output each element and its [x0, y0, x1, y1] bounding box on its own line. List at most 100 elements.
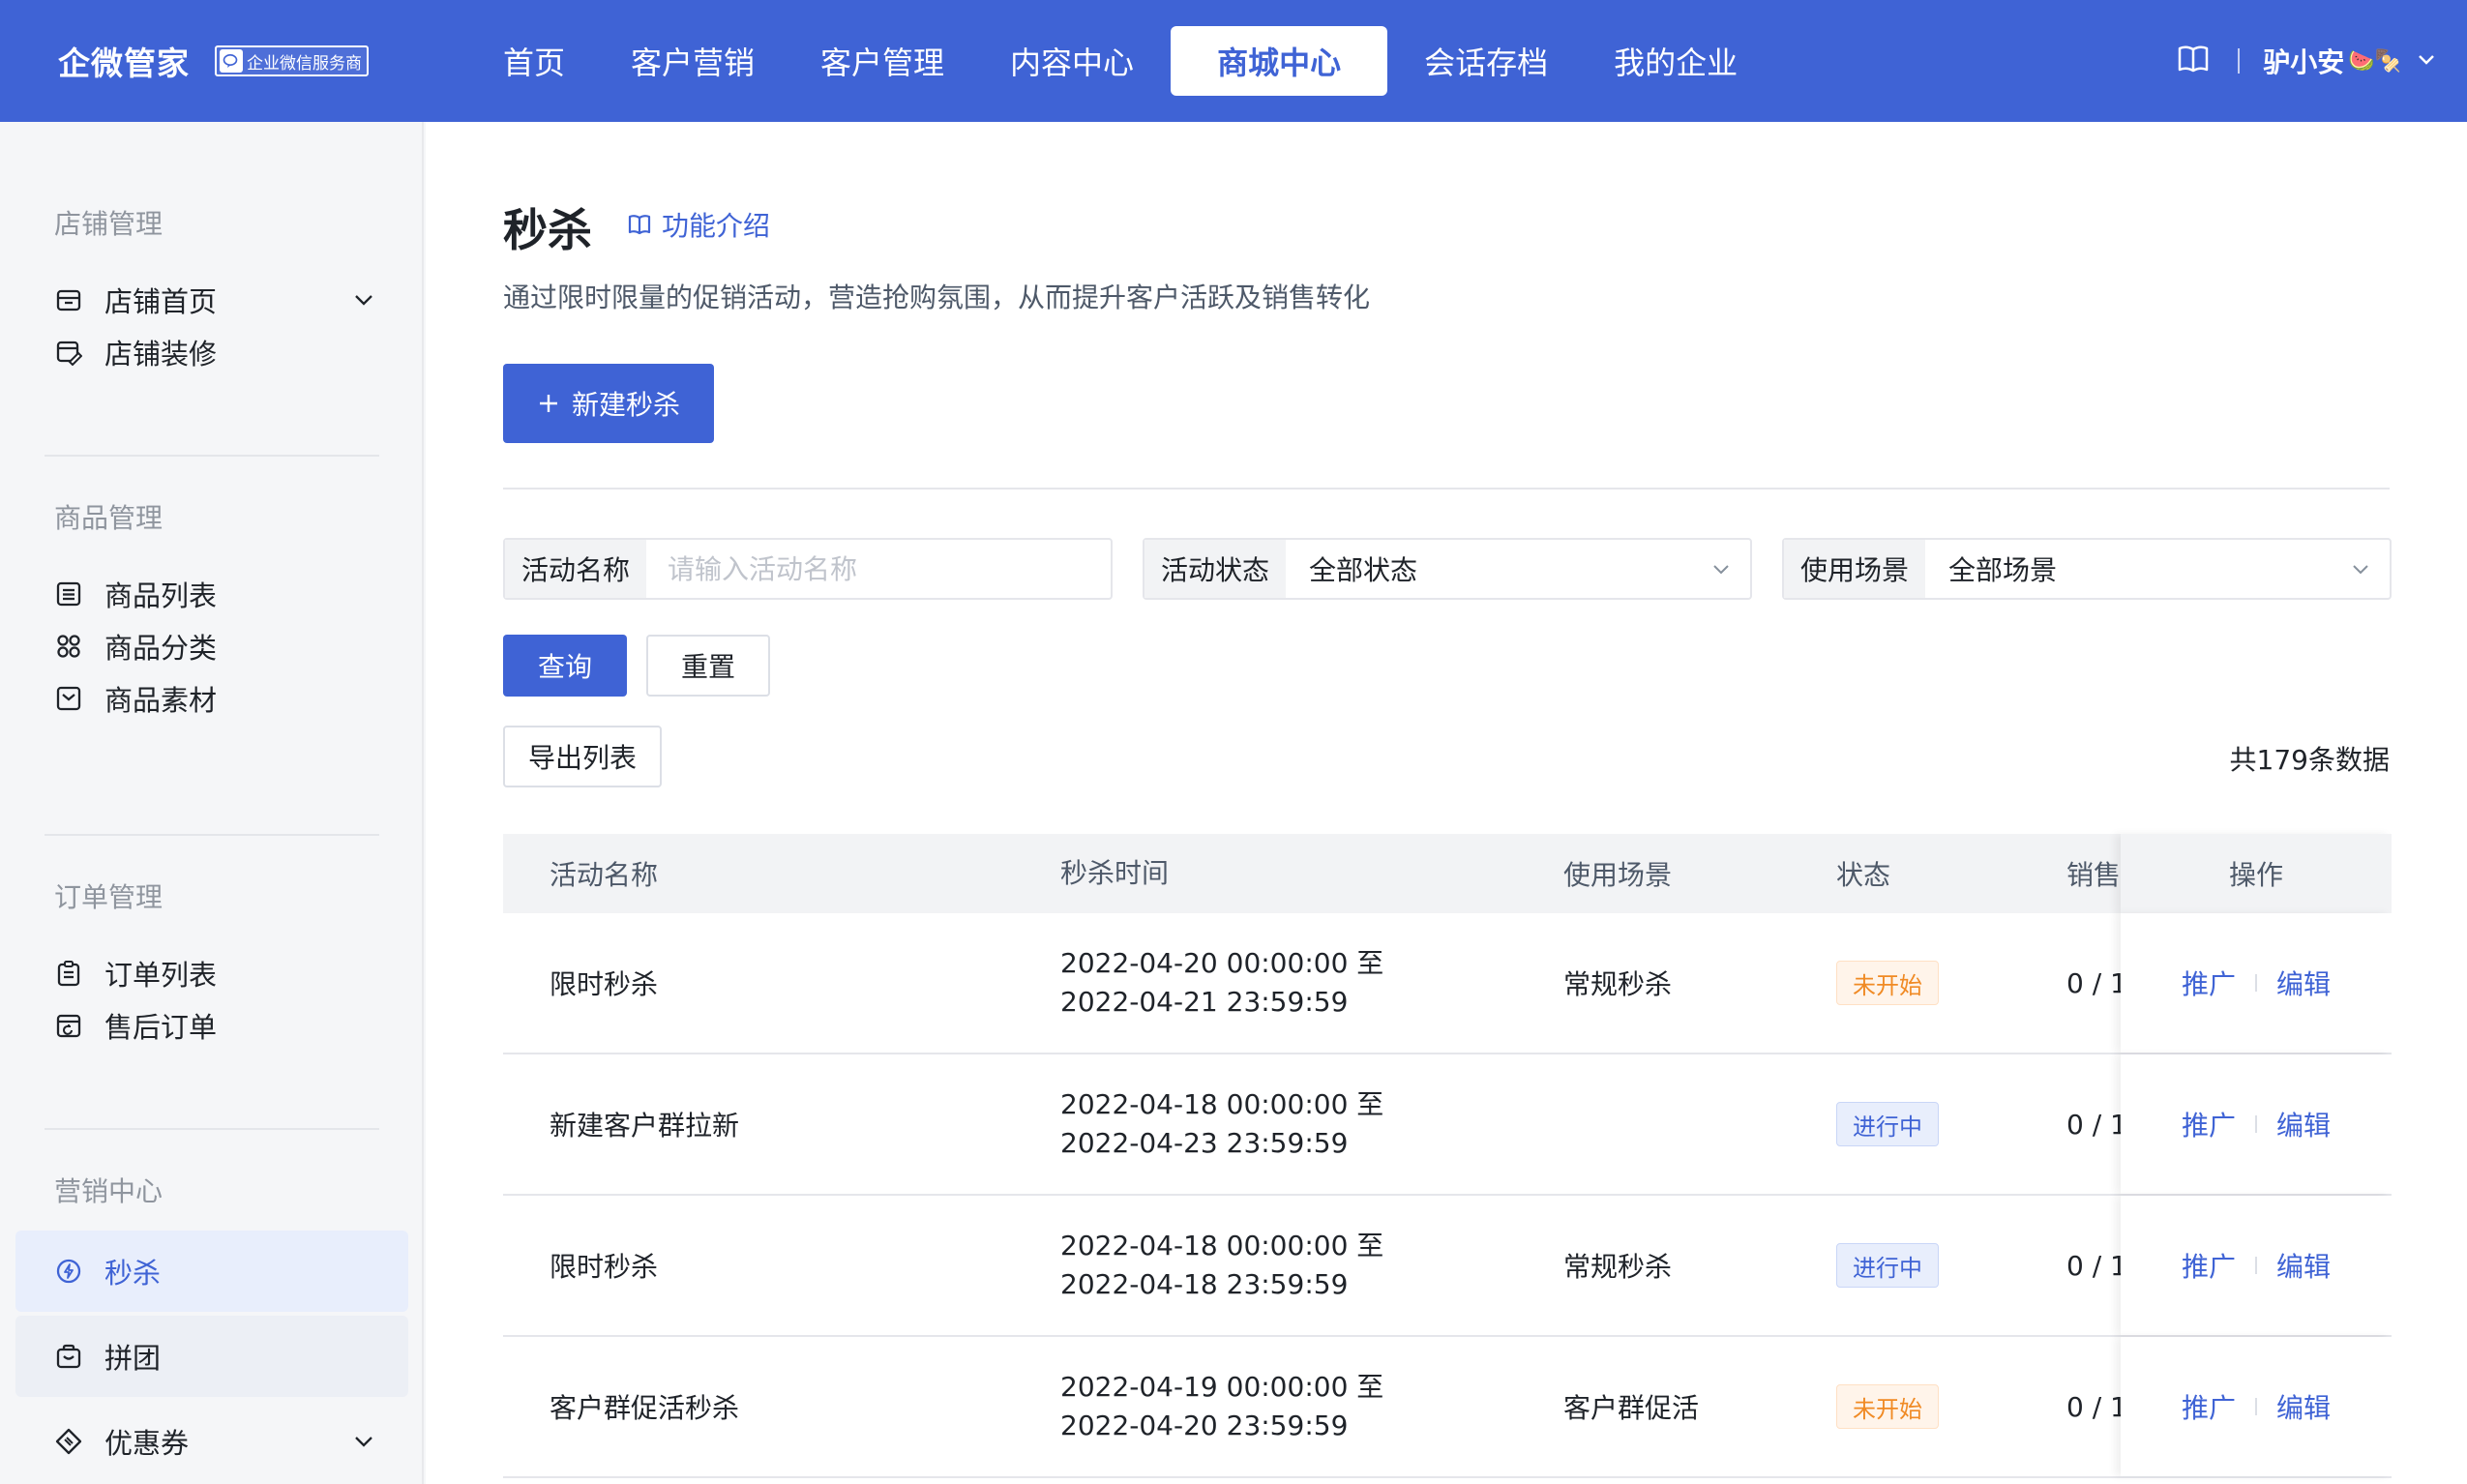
- category-icon: [54, 632, 83, 661]
- cell-sales: 0 / 1: [2066, 966, 2125, 999]
- activity-name-input[interactable]: [646, 540, 1111, 598]
- nav-my-enterprise[interactable]: 我的企业: [1585, 26, 1767, 96]
- chevron-down-icon[interactable]: [1692, 540, 1750, 598]
- edit-link[interactable]: 编辑: [2276, 1246, 2331, 1285]
- filter-label: 活动名称: [505, 540, 646, 598]
- sidebar-divider: [45, 455, 379, 457]
- badge-text: 企业微信服务商: [247, 53, 362, 74]
- table-row: 限时秒杀 2022-04-18 00:00:00 至 2022-04-18 23…: [503, 1196, 2392, 1337]
- sidebar-group-orders: 订单管理: [54, 881, 163, 913]
- decorate-icon: [54, 338, 83, 367]
- cell-status: 进行中: [1836, 1243, 1939, 1288]
- status-select-value[interactable]: 全部状态: [1286, 540, 1692, 598]
- nav-customer-management[interactable]: 客户管理: [791, 26, 973, 96]
- nav-customer-marketing[interactable]: 客户营销: [602, 26, 784, 96]
- cell-sale-time: 2022-04-20 00:00:00 至 2022-04-21 23:59:5…: [1060, 944, 1383, 1022]
- feature-intro-label: 功能介绍: [662, 210, 771, 242]
- nav-home[interactable]: 首页: [474, 26, 594, 96]
- brand-name: 企微管家: [58, 45, 190, 82]
- cell-sale-time: 2022-04-18 00:00:00 至 2022-04-18 23:59:5…: [1060, 1227, 1383, 1304]
- chevron-down-icon[interactable]: [350, 286, 377, 313]
- time-start: 2022-04-19 00:00:00 至: [1060, 1371, 1384, 1403]
- sidebar-item-goods-material[interactable]: 商品素材: [15, 658, 408, 739]
- service-provider-badge: 企业微信服务商: [215, 45, 369, 76]
- cell-activity-name: 限时秒杀: [550, 1251, 659, 1283]
- cell-sale-time: 2022-04-19 00:00:00 至 2022-04-20 23:59:5…: [1060, 1368, 1383, 1445]
- table-row: 限时秒杀 2022-04-20 00:00:00 至 2022-04-21 23…: [503, 913, 2392, 1054]
- material-icon: [54, 684, 83, 713]
- edit-link[interactable]: 编辑: [2276, 1387, 2331, 1426]
- activity-status-filter[interactable]: 活动状态 全部状态: [1143, 538, 1752, 600]
- chevron-down-icon[interactable]: [2332, 540, 2390, 598]
- header-operations: 操作: [2121, 834, 2392, 913]
- cell-sales: 0 / 1: [2066, 1108, 2125, 1141]
- nav-chat-archive[interactable]: 会话存档: [1395, 26, 1577, 96]
- sidebar-item-store-decoration[interactable]: 店铺装修: [15, 312, 408, 393]
- user-name[interactable]: 驴小安: [2263, 42, 2344, 80]
- table-header: 活动名称 秒杀时间 使用场景 状态 销售 操作: [503, 834, 2392, 913]
- sidebar: 店铺管理 店铺首页 店铺装修 商品管理 商品列表 商品分类 商品素材 订单管理: [0, 122, 424, 1484]
- new-flash-sale-label: 新建秒杀: [571, 389, 680, 421]
- cell-sale-time: 2022-04-18 00:00:00 至 2022-04-23 23:59:5…: [1060, 1085, 1383, 1163]
- cell-usage-scene: 客户群促活: [1563, 1392, 1700, 1424]
- sidebar-item-flash-sale[interactable]: 秒杀: [15, 1231, 408, 1312]
- divider: [2255, 1115, 2257, 1133]
- nav-content-center[interactable]: 内容中心: [981, 26, 1163, 96]
- header-activity-name: 活动名称: [550, 859, 659, 891]
- sidebar-item-label: 售后订单: [104, 1011, 218, 1044]
- sidebar-item-coupon[interactable]: 优惠券: [15, 1401, 408, 1482]
- cell-operations: 推广 编辑: [2121, 1196, 2392, 1335]
- table-row: 新建客户群拉新 2022-04-18 00:00:00 至 2022-04-23…: [503, 1054, 2392, 1196]
- query-button[interactable]: 查询: [503, 635, 627, 697]
- time-end: 2022-04-21 23:59:59: [1060, 986, 1349, 1018]
- promote-link[interactable]: 推广: [2182, 1387, 2236, 1426]
- cell-status: 进行中: [1836, 1102, 1939, 1146]
- filter-label: 使用场景: [1784, 540, 1925, 598]
- sidebar-item-aftersale-orders[interactable]: 售后订单: [15, 985, 408, 1066]
- top-navbar: 企微管家 企业微信服务商 首页 客户营销 客户管理 内容中心 商城中心 会话存档…: [0, 0, 2467, 122]
- group-buy-icon: [54, 1342, 83, 1371]
- coupon-icon: [54, 1427, 83, 1456]
- cell-activity-name: 限时秒杀: [550, 968, 659, 1000]
- promote-link[interactable]: 推广: [2182, 964, 2236, 1002]
- sidebar-item-label: 秒杀: [104, 1257, 162, 1290]
- cell-sales: 0 / 1: [2066, 1390, 2125, 1423]
- cell-operations: 推广 编辑: [2121, 1054, 2392, 1194]
- chevron-down-icon[interactable]: [2415, 47, 2438, 74]
- aftersale-icon: [54, 1011, 83, 1040]
- sidebar-item-label: 店铺装修: [104, 338, 218, 371]
- book-icon[interactable]: [2176, 42, 2211, 80]
- promote-link[interactable]: 推广: [2182, 1105, 2236, 1143]
- scene-select-value[interactable]: 全部场景: [1925, 540, 2332, 598]
- sidebar-item-group-buy[interactable]: 拼团: [15, 1316, 408, 1397]
- sidebar-item-label: 优惠券: [104, 1427, 190, 1460]
- total-count: 共179条数据: [2229, 744, 2390, 776]
- chevron-down-icon[interactable]: [350, 1428, 377, 1455]
- status-badge: 未开始: [1836, 1384, 1939, 1429]
- divider: [2255, 1398, 2257, 1415]
- sidebar-group-goods: 商品管理: [54, 502, 163, 534]
- sidebar-group-marketing: 营销中心: [54, 1175, 163, 1207]
- cell-activity-name: 新建客户群拉新: [550, 1110, 740, 1142]
- time-start: 2022-04-18 00:00:00 至: [1060, 1230, 1384, 1261]
- time-start: 2022-04-18 00:00:00 至: [1060, 1088, 1384, 1120]
- nav-mall-center[interactable]: 商城中心: [1171, 26, 1388, 96]
- page-title: 秒杀: [503, 204, 592, 256]
- edit-link[interactable]: 编辑: [2276, 964, 2331, 1002]
- brand[interactable]: 企微管家 企业微信服务商: [58, 37, 369, 85]
- cell-sales: 0 / 1: [2066, 1249, 2125, 1282]
- new-flash-sale-button[interactable]: 新建秒杀: [503, 364, 714, 443]
- flash-sale-table: 活动名称 秒杀时间 使用场景 状态 销售 操作 限时秒杀 2022-04-20 …: [503, 834, 2392, 1478]
- usage-scene-filter[interactable]: 使用场景 全部场景: [1782, 538, 2392, 600]
- sidebar-item-label: 商品素材: [104, 684, 218, 717]
- promote-link[interactable]: 推广: [2182, 1246, 2236, 1285]
- edit-link[interactable]: 编辑: [2276, 1105, 2331, 1143]
- export-list-button[interactable]: 导出列表: [503, 726, 662, 787]
- status-badge: 进行中: [1836, 1102, 1939, 1146]
- cell-operations: 推广 编辑: [2121, 913, 2392, 1053]
- reset-button[interactable]: 重置: [646, 635, 770, 697]
- feature-intro-link[interactable]: 功能介绍: [627, 205, 770, 244]
- store-icon: [54, 285, 83, 314]
- sidebar-divider: [45, 1128, 379, 1130]
- table-row: 客户群促活秒杀 2022-04-19 00:00:00 至 2022-04-20…: [503, 1337, 2392, 1478]
